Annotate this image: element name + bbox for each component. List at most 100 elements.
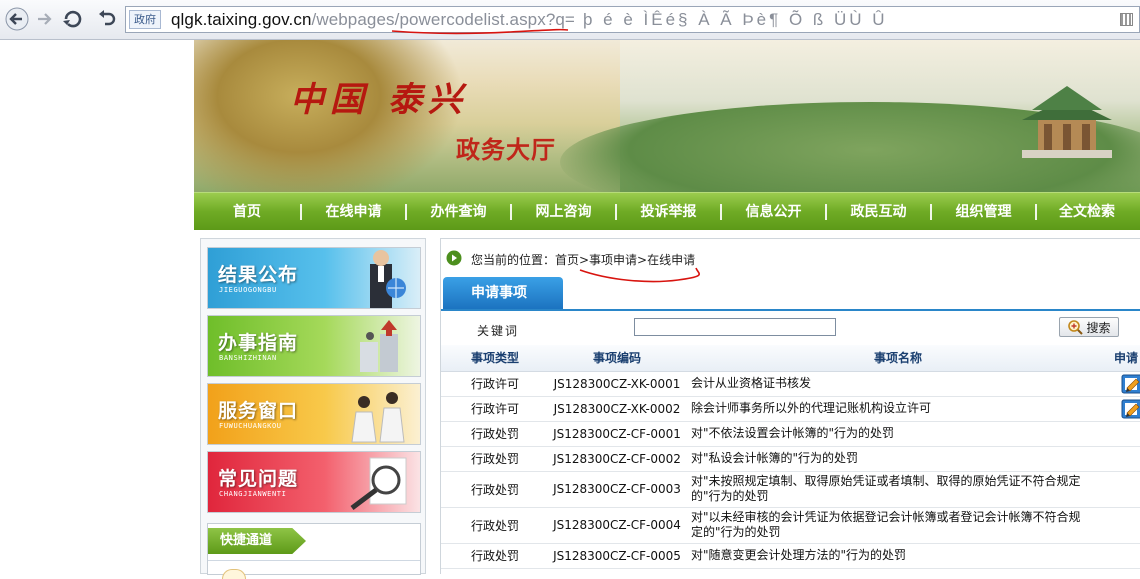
cell-item-type: 行政处罚 — [441, 446, 549, 472]
card-faq-subtitle: CHANGJIANWENTI — [219, 490, 287, 498]
cell-item-code: JS128300CZ-CF-0005 — [549, 543, 685, 569]
tab-apply-items[interactable]: 申请事项 — [443, 277, 563, 309]
card-guide-subtitle: BANSHIZHINAN — [219, 354, 277, 362]
browser-toolbar: 政府 qlgk.taixing.gov.cn/webpages/powercod… — [0, 0, 1140, 40]
cell-item-code: JS128300CZ-CF-0004 — [549, 507, 685, 544]
left-sidebar: 结果公布 JIEGUOGONGBU 办事指南 BANSHIZHINAN 服务窗口… — [200, 238, 426, 579]
service-staff-icon — [351, 392, 405, 443]
nav-item-info-disclosure[interactable]: 信息公开 — [722, 202, 825, 222]
apply-edit-icon[interactable] — [1121, 399, 1140, 419]
cell-item-name[interactable]: 对"随意变更会计处理方法的"行为的处罚 — [685, 543, 1111, 569]
pavilion-illustration — [1022, 86, 1112, 158]
table-row[interactable]: 行政处罚 JS128300CZ-CF-0002 对"私设会计帐簿的"行为的处罚 — [441, 446, 1140, 472]
card-service-window-subtitle: FUWUCHUANGKOU — [219, 422, 282, 430]
breadcrumb: 您当前的位置：首页>事项申请>在线申请 — [471, 253, 696, 267]
back-button[interactable] — [4, 6, 30, 32]
col-header-type: 事项类型 — [441, 345, 549, 372]
table-row[interactable]: 行政许可 JS128300CZ-XK-0001 会计从业资格证书核发 — [441, 371, 1140, 397]
table-header-row: 事项类型 事项编码 事项名称 申请 — [441, 345, 1140, 372]
site-identity-badge[interactable]: 政府 — [129, 10, 161, 29]
nav-item-case-query[interactable]: 办件查询 — [407, 202, 510, 222]
cell-apply — [1111, 421, 1140, 447]
quick-access-panel: 快捷通道 — [207, 523, 421, 579]
breadcrumb-bar: 您当前的位置：首页>事项申请>在线申请 — [441, 239, 1140, 277]
refresh-button[interactable] — [60, 6, 86, 32]
nav-item-online-apply[interactable]: 在线申请 — [302, 202, 405, 222]
col-header-apply: 申请 — [1111, 345, 1140, 372]
back-arrow-icon — [5, 7, 29, 31]
cell-apply — [1111, 507, 1140, 544]
address-bar[interactable]: 政府 qlgk.taixing.gov.cn/webpages/powercod… — [125, 6, 1140, 33]
qr-icon[interactable] — [1120, 13, 1133, 26]
cell-item-type: 行政处罚 — [441, 471, 549, 508]
office-figures-icon — [360, 320, 398, 372]
nav-separator — [1035, 203, 1037, 220]
nav-item-home[interactable]: 首页 — [194, 202, 300, 222]
card-results-title: 结果公布 — [218, 264, 299, 286]
site-logo[interactable]: 中国 泰兴 — [290, 72, 468, 121]
card-service-window[interactable]: 服务窗口 FUWUCHUANGKOU — [207, 383, 421, 445]
cell-item-name[interactable]: 会计从业资格证书核发 — [685, 371, 1111, 397]
search-icon — [1068, 320, 1084, 335]
cell-item-name[interactable]: 对"私设会计帐簿的"行为的处罚 — [685, 446, 1111, 472]
cell-item-name[interactable]: 对"以未经审核的会计凭证为依据登记会计帐簿或者登记会计帐簿不符合规定的"行为的处… — [685, 507, 1111, 544]
cell-apply — [1111, 543, 1140, 569]
magnifier-icon — [350, 457, 407, 510]
url-host: qlgk.taixing.gov.cn — [171, 10, 312, 29]
card-guide-title: 办事指南 — [218, 332, 299, 354]
card-results-subtitle: JIEGUOGONGBU — [219, 286, 277, 294]
cell-item-type: 行政许可 — [441, 371, 549, 397]
keyword-input[interactable] — [634, 318, 836, 336]
nav-item-interaction[interactable]: 政民互动 — [827, 202, 930, 222]
cell-apply — [1111, 471, 1140, 508]
undo-button[interactable] — [94, 6, 120, 32]
tab-row: 申请事项 — [441, 277, 1140, 311]
cell-item-code: JS128300CZ-CF-0001 — [549, 421, 685, 447]
cell-apply — [1111, 396, 1140, 422]
cell-item-type: 行政处罚 — [441, 543, 549, 569]
url-text[interactable]: qlgk.taixing.gov.cn/webpages/powercodeli… — [171, 9, 888, 30]
url-path: /webpages/powercodelist.aspx?q= — [311, 10, 575, 29]
keyword-search-row: 关键词 搜索 — [441, 313, 1140, 343]
cell-item-code: JS128300CZ-XK-0002 — [549, 396, 685, 422]
card-guide[interactable]: 办事指南 BANSHIZHINAN — [207, 315, 421, 377]
cell-item-code: JS128300CZ-CF-0003 — [549, 471, 685, 508]
cell-item-name[interactable]: 对"未按照规定填制、取得原始凭证或者填制、取得的原始凭证不符合规定的"行为的处罚 — [685, 471, 1111, 508]
nav-item-organization[interactable]: 组织管理 — [932, 202, 1035, 222]
forward-button[interactable] — [32, 6, 58, 32]
refresh-icon — [63, 10, 82, 28]
businessman-globe-icon — [370, 250, 406, 308]
nav-separator — [930, 203, 932, 220]
nav-item-complaint[interactable]: 投诉举报 — [617, 202, 720, 222]
card-results[interactable]: 结果公布 JIEGUOGONGBU — [207, 247, 421, 309]
items-table: 事项类型 事项编码 事项名称 申请 行政许可 JS128300CZ-XK-0001… — [441, 345, 1140, 569]
cell-item-type: 行政处罚 — [441, 421, 549, 447]
quick-access-divider — [208, 560, 420, 561]
quick-access-item-icon[interactable] — [222, 569, 246, 579]
col-header-name: 事项名称 — [685, 345, 1111, 372]
url-query-garbled: þ é è ÌÊé§ À Ã Þè¶ Õ ß ÜÙ Û — [582, 10, 888, 29]
cell-item-code: JS128300CZ-XK-0001 — [549, 371, 685, 397]
apply-edit-icon[interactable] — [1121, 374, 1140, 394]
table-row[interactable]: 行政处罚 JS128300CZ-CF-0003 对"未按照规定填制、取得原始凭证或者… — [441, 471, 1140, 508]
table-row[interactable]: 行政处罚 JS128300CZ-CF-0005 对"随意变更会计处理方法的"行为的处… — [441, 543, 1140, 569]
cell-item-name[interactable]: 除会计师事务所以外的代理记账机构设立许可 — [685, 396, 1111, 422]
search-button[interactable]: 搜索 — [1059, 317, 1119, 337]
card-faq-title: 常见问题 — [218, 468, 299, 490]
table-row[interactable]: 行政处罚 JS128300CZ-CF-0001 对"不依法设置会计帐簿的"行为的处罚 — [441, 421, 1140, 447]
cell-item-type: 行政处罚 — [441, 507, 549, 544]
cell-item-code: JS128300CZ-CF-0002 — [549, 446, 685, 472]
table-row[interactable]: 行政处罚 JS128300CZ-CF-0004 对"以未经审核的会计凭证为依据登记会… — [441, 507, 1140, 544]
hall-title: 政务大厅 — [456, 136, 556, 164]
card-service-window-title: 服务窗口 — [218, 400, 299, 422]
cell-item-name[interactable]: 对"不依法设置会计帐簿的"行为的处罚 — [685, 421, 1111, 447]
nav-item-fulltext-search[interactable]: 全文检索 — [1037, 202, 1137, 222]
nav-separator — [405, 203, 407, 220]
quick-access-tab[interactable]: 快捷通道 — [208, 528, 306, 554]
col-header-code: 事项编码 — [549, 345, 685, 372]
nav-separator — [615, 203, 617, 220]
card-faq[interactable]: 常见问题 CHANGJIANWENTI — [207, 451, 421, 513]
table-row[interactable]: 行政许可 JS128300CZ-XK-0002 除会计师事务所以外的代理记账机构设立… — [441, 396, 1140, 422]
site-banner: 中国 泰兴 政务大厅 — [194, 40, 1140, 192]
nav-item-online-consult[interactable]: 网上咨询 — [512, 202, 615, 222]
